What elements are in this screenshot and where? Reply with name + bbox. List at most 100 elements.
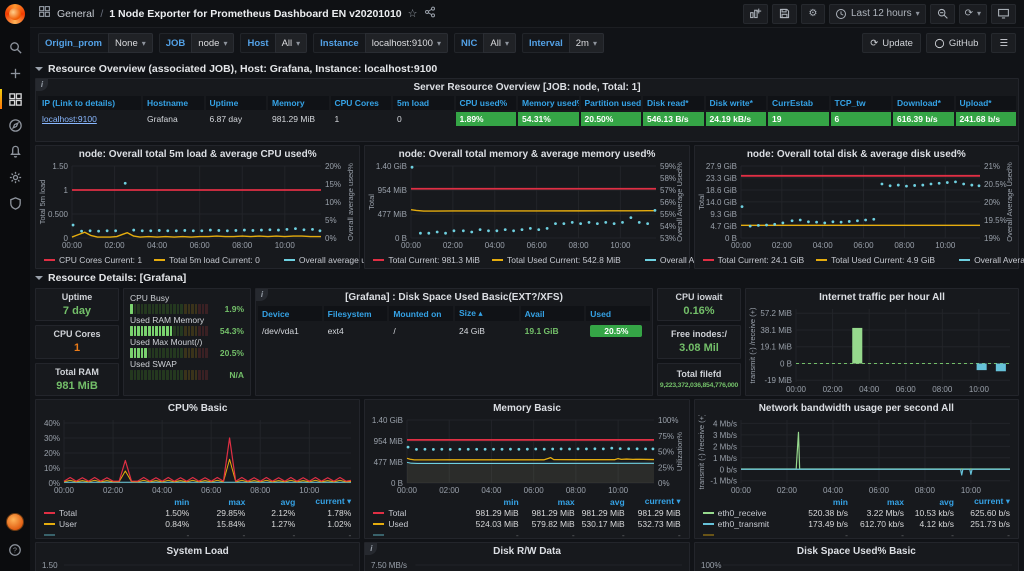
- stat-title[interactable]: CPU iowait: [675, 292, 722, 302]
- cycle-view-mode-button[interactable]: [991, 3, 1016, 24]
- time-range-picker[interactable]: Last 12 hours ▾: [828, 3, 926, 24]
- network-bandwidth-chart[interactable]: 00:00 02:00 04:00 06:00 08:00 10:00 4 Mb/s 3 Mb…: [695, 413, 1018, 496]
- explore-compass-icon[interactable]: [0, 112, 30, 138]
- variable-value-dropdown[interactable]: All ▾: [274, 33, 308, 53]
- github-link-button[interactable]: GitHub: [925, 33, 987, 53]
- variable-value-dropdown[interactable]: localhost:9100 ▾: [364, 33, 448, 53]
- stat-title[interactable]: CPU Cores: [53, 329, 100, 339]
- panel-title[interactable]: Memory Basic: [365, 400, 688, 415]
- legend-series-name[interactable]: eth0_transmit: [702, 519, 794, 529]
- column-header[interactable]: IP (Link to details): [36, 94, 143, 112]
- legend-series-name[interactable]: Used: [373, 519, 464, 529]
- panel-title[interactable]: System Load: [36, 543, 359, 558]
- menu-hamburger-icon[interactable]: ☰: [991, 33, 1016, 53]
- help-icon[interactable]: ?: [0, 537, 30, 563]
- legend-col-header[interactable]: avg: [575, 497, 625, 507]
- column-header[interactable]: Memory used%: [516, 94, 581, 112]
- column-header[interactable]: Uptime: [203, 94, 268, 112]
- legend-item[interactable]: Total 5m load Current: 0: [154, 255, 260, 265]
- system-load-chart[interactable]: 1.50: [36, 558, 359, 571]
- variable-value-dropdown[interactable]: node ▾: [191, 33, 235, 53]
- column-header[interactable]: Disk write*: [703, 94, 768, 112]
- legend-col-header[interactable]: current ▾: [625, 496, 681, 507]
- load-cpu-chart[interactable]: 00:00 02:00 04:00 06:00 08:00 10:00 1.50 1 0.500…: [36, 161, 359, 251]
- legend-series-name[interactable]: eth0_receive: [702, 508, 794, 518]
- legend-series-name[interactable]: Total: [373, 508, 464, 518]
- column-header[interactable]: Avail: [518, 304, 587, 323]
- legend-series-name[interactable]: [702, 530, 794, 539]
- legend-col-header[interactable]: max: [848, 497, 904, 507]
- legend-item[interactable]: Total Used Current: 4.9 GiB: [816, 255, 935, 265]
- internet-traffic-chart[interactable]: 00:00 02:00 04:00 06:00 08:00 10:00 57.2 MiB 38…: [746, 304, 1018, 395]
- add-icon[interactable]: [0, 60, 30, 86]
- configuration-gear-icon[interactable]: [0, 164, 30, 190]
- disk-space-used-chart[interactable]: 100%: [695, 558, 1018, 571]
- column-header[interactable]: Upload*: [953, 94, 1018, 112]
- legend-col-header[interactable]: avg: [904, 497, 954, 507]
- cpu-basic-chart[interactable]: 00:00 02:00 04:00 06:00 08:00 10:00 40% 30% 20% 1…: [36, 415, 359, 496]
- legend-item[interactable]: Overall Average Used% Current: 20.5%: [959, 255, 1024, 265]
- legend-col-header[interactable]: min: [465, 497, 519, 507]
- column-header[interactable]: Device: [256, 304, 324, 323]
- panel-title[interactable]: Disk Space Used% Basic: [695, 543, 1018, 558]
- column-header[interactable]: Used: [584, 304, 652, 323]
- stat-title[interactable]: Total filefd: [677, 369, 722, 379]
- legend-item[interactable]: Total Current: 24.1 GiB: [702, 255, 804, 265]
- legend-series-name[interactable]: [373, 530, 464, 539]
- dashboards-icon[interactable]: [0, 86, 30, 112]
- refresh-button[interactable]: ⟳ ▾: [958, 3, 987, 24]
- variable-value-dropdown[interactable]: 2m ▾: [568, 33, 604, 53]
- add-panel-button[interactable]: [742, 3, 768, 24]
- star-icon[interactable]: ☆: [408, 7, 418, 20]
- user-avatar[interactable]: [6, 513, 24, 531]
- column-header[interactable]: Hostname: [141, 94, 206, 112]
- column-header[interactable]: CurrEstab: [766, 94, 831, 112]
- legend-col-header[interactable]: max: [189, 497, 245, 507]
- column-header[interactable]: Mounted on: [387, 304, 455, 323]
- search-icon[interactable]: [0, 34, 30, 60]
- column-header[interactable]: Partition used%*: [578, 94, 643, 112]
- legend-item[interactable]: Total Current: 981.3 MiB: [373, 255, 480, 265]
- panel-title[interactable]: Disk R/W Data: [365, 543, 688, 558]
- legend-col-header[interactable]: current ▾: [295, 496, 351, 507]
- legend-series-name[interactable]: Total: [44, 508, 135, 518]
- variable-value-dropdown[interactable]: All ▾: [483, 33, 516, 53]
- share-icon[interactable]: [424, 6, 436, 21]
- dashboard-title[interactable]: 1 Node Exporter for Prometheus Dashboard…: [109, 8, 401, 20]
- legend-item[interactable]: Total Used Current: 542.8 MiB: [491, 255, 621, 265]
- legend-col-header[interactable]: min: [135, 497, 189, 507]
- row-header-overview[interactable]: Resource Overview (associated JOB), Host…: [35, 61, 1019, 76]
- memory-overall-chart[interactable]: 00:00 02:00 04:00 06:00 08:00 10:00 1.40 GiB 95…: [365, 161, 688, 251]
- legend-col-header[interactable]: min: [794, 497, 848, 507]
- zoom-out-time-button[interactable]: [929, 3, 955, 24]
- disk-rw-chart[interactable]: 7.50 MB/s: [365, 558, 688, 571]
- legend-col-header[interactable]: max: [519, 497, 575, 507]
- panel-title[interactable]: Network bandwidth usage per second All: [695, 400, 1018, 415]
- column-header[interactable]: CPU Cores: [328, 94, 393, 112]
- memory-basic-chart[interactable]: 00:00 02:00 04:00 06:00 08:00 10:00 1.40 GiB 95…: [365, 415, 688, 496]
- alerting-bell-icon[interactable]: [0, 138, 30, 164]
- legend-col-header[interactable]: avg: [245, 497, 296, 507]
- legend-series-name[interactable]: User: [44, 519, 135, 529]
- panel-title[interactable]: node: Overall total memory & average mem…: [365, 146, 688, 161]
- stat-title[interactable]: Uptime: [62, 292, 93, 302]
- row-header-details[interactable]: Resource Details: [Grafana]: [35, 270, 1019, 285]
- disk-overall-chart[interactable]: 00:00 02:00 04:00 06:00 08:00 10:00 27.9 GiB 23…: [695, 161, 1018, 251]
- legend-item[interactable]: CPU Cores Current: 1: [44, 255, 142, 265]
- panel-title[interactable]: [Grafana] : Disk Space Used Basic(EXT?/X…: [256, 289, 652, 304]
- column-header[interactable]: Memory: [266, 94, 331, 112]
- legend-series-name[interactable]: [44, 530, 135, 539]
- legend-col-header[interactable]: current ▾: [954, 496, 1010, 507]
- save-dashboard-button[interactable]: [771, 3, 797, 24]
- variable-value-dropdown[interactable]: None ▾: [108, 33, 153, 53]
- column-header[interactable]: Filesystem: [321, 304, 390, 323]
- dashboard-settings-button[interactable]: ⚙: [800, 3, 825, 24]
- admin-shield-icon[interactable]: [0, 190, 30, 216]
- panel-title[interactable]: Server Resource Overview [JOB: node, Tot…: [36, 79, 1018, 94]
- column-header[interactable]: CPU used%: [453, 94, 518, 112]
- stat-title[interactable]: Free inodes:/: [671, 329, 727, 339]
- column-header[interactable]: 5m load: [391, 94, 456, 112]
- breadcrumb-folder[interactable]: General: [57, 8, 94, 20]
- stat-title[interactable]: Total RAM: [55, 367, 99, 377]
- panel-title[interactable]: Internet traffic per hour All: [746, 289, 1018, 304]
